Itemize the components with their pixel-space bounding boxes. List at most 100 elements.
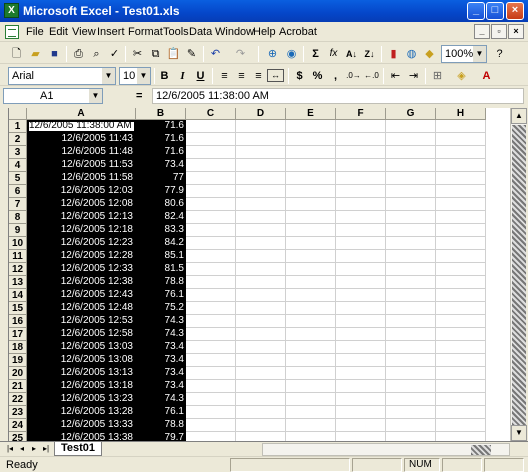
cell-empty[interactable]	[186, 211, 236, 224]
column-header-g[interactable]: G	[386, 108, 436, 120]
cell-timestamp[interactable]: 12/6/2005 13:38	[27, 432, 136, 441]
cell-empty[interactable]	[386, 198, 436, 211]
cell-timestamp[interactable]: 12/6/2005 13:28	[27, 406, 136, 419]
cell-empty[interactable]	[386, 250, 436, 263]
cell-value[interactable]: 74.3	[136, 393, 186, 406]
cell-timestamp[interactable]: 12/6/2005 12:48	[27, 302, 136, 315]
row-header[interactable]: 10	[9, 237, 27, 250]
column-header-b[interactable]: B	[136, 108, 186, 120]
cell-empty[interactable]	[286, 380, 336, 393]
cell-empty[interactable]	[236, 159, 286, 172]
cell-empty[interactable]	[236, 315, 286, 328]
cell-empty[interactable]	[236, 120, 286, 133]
cell-empty[interactable]	[236, 406, 286, 419]
cell-timestamp[interactable]: 12/6/2005 13:08	[27, 354, 136, 367]
row-header[interactable]: 23	[9, 406, 27, 419]
format-painter-icon[interactable]: ✎	[183, 46, 200, 62]
cell-empty[interactable]	[386, 354, 436, 367]
align-right-icon[interactable]: ≡	[250, 68, 267, 84]
cell-empty[interactable]	[436, 133, 486, 146]
cell-empty[interactable]	[386, 380, 436, 393]
font-size-select[interactable]: 10 ▼	[119, 67, 151, 85]
cell-empty[interactable]	[336, 419, 386, 432]
cell-empty[interactable]	[436, 120, 486, 133]
new-icon[interactable]: 🗋	[8, 46, 25, 62]
sort-ascending-icon[interactable]: A↓	[343, 46, 360, 62]
row-header[interactable]: 20	[9, 367, 27, 380]
row-header[interactable]: 24	[9, 419, 27, 432]
cell-empty[interactable]	[236, 133, 286, 146]
cell-empty[interactable]	[336, 432, 386, 441]
cell-empty[interactable]	[336, 120, 386, 133]
menu-window[interactable]: Window	[215, 26, 254, 38]
cell-empty[interactable]	[436, 393, 486, 406]
cell-timestamp[interactable]: 12/6/2005 12:08	[27, 198, 136, 211]
cell-empty[interactable]	[186, 133, 236, 146]
cell-empty[interactable]	[336, 367, 386, 380]
cell-empty[interactable]	[286, 302, 336, 315]
cell-empty[interactable]	[386, 146, 436, 159]
cell-timestamp[interactable]: 12/6/2005 11:58	[27, 172, 136, 185]
row-header[interactable]: 5	[9, 172, 27, 185]
cell-empty[interactable]	[436, 432, 486, 441]
cell-timestamp[interactable]: 12/6/2005 12:38	[27, 276, 136, 289]
name-box[interactable]: A1 ▼	[3, 88, 103, 104]
menu-edit[interactable]: Edit	[49, 26, 68, 38]
cell-empty[interactable]	[186, 432, 236, 441]
cell-empty[interactable]	[386, 120, 436, 133]
cell-empty[interactable]	[236, 146, 286, 159]
cell-empty[interactable]	[436, 302, 486, 315]
cell-empty[interactable]	[236, 380, 286, 393]
cell-empty[interactable]	[286, 211, 336, 224]
cell-empty[interactable]	[286, 341, 336, 354]
percent-button[interactable]: %	[309, 68, 326, 84]
print-icon[interactable]: ⎙	[70, 46, 87, 62]
cell-empty[interactable]	[236, 341, 286, 354]
vertical-scrollbar[interactable]: ▲ ▼	[510, 108, 527, 441]
web-icon[interactable]: ◉	[283, 46, 300, 62]
cell-empty[interactable]	[236, 185, 286, 198]
column-header-f[interactable]: F	[336, 108, 386, 120]
cell-empty[interactable]	[386, 185, 436, 198]
function-icon[interactable]: fx	[325, 46, 342, 62]
print-preview-icon[interactable]: ⌕	[88, 46, 105, 62]
merge-center-icon[interactable]: ↔	[267, 69, 284, 82]
cell-empty[interactable]	[236, 237, 286, 250]
cell-value[interactable]: 77	[136, 172, 186, 185]
cell-empty[interactable]	[436, 315, 486, 328]
doc-restore-button[interactable]: ▫	[491, 24, 507, 39]
cell-empty[interactable]	[236, 393, 286, 406]
cell-empty[interactable]	[186, 406, 236, 419]
cell-value[interactable]: 79.7	[136, 432, 186, 441]
cell-empty[interactable]	[286, 367, 336, 380]
cell-empty[interactable]	[436, 406, 486, 419]
cell-empty[interactable]	[436, 172, 486, 185]
cell-empty[interactable]	[386, 276, 436, 289]
horizontal-scroll-thumb[interactable]	[471, 445, 491, 455]
close-button[interactable]: ×	[506, 2, 524, 20]
sheet-tab-test01[interactable]: Test01	[54, 442, 102, 456]
currency-button[interactable]: $	[291, 68, 308, 84]
cell-empty[interactable]	[186, 328, 236, 341]
cell-timestamp[interactable]: 12/6/2005 12:13	[27, 211, 136, 224]
cell-value[interactable]: 80.6	[136, 198, 186, 211]
map-icon[interactable]: ◍	[403, 46, 420, 62]
chart-wizard-icon[interactable]: ▮	[385, 46, 402, 62]
cell-empty[interactable]	[336, 237, 386, 250]
chevron-down-icon[interactable]: ▼	[473, 46, 486, 62]
cell-timestamp[interactable]: 12/6/2005 12:18	[27, 224, 136, 237]
cell-empty[interactable]	[336, 159, 386, 172]
cell-empty[interactable]	[336, 224, 386, 237]
row-header[interactable]: 1	[9, 120, 27, 133]
font-color-icon[interactable]: A	[478, 68, 495, 84]
cell-value[interactable]: 75.2	[136, 302, 186, 315]
cell-timestamp[interactable]: 12/6/2005 11:43	[27, 133, 136, 146]
cell-empty[interactable]	[436, 237, 486, 250]
cell-empty[interactable]	[186, 341, 236, 354]
cell-timestamp[interactable]: 12/6/2005 11:48	[27, 146, 136, 159]
row-header[interactable]: 22	[9, 393, 27, 406]
menu-view[interactable]: View	[72, 26, 96, 38]
paste-icon[interactable]: 📋	[165, 46, 182, 62]
cell-empty[interactable]	[336, 250, 386, 263]
cell-empty[interactable]	[186, 120, 236, 133]
